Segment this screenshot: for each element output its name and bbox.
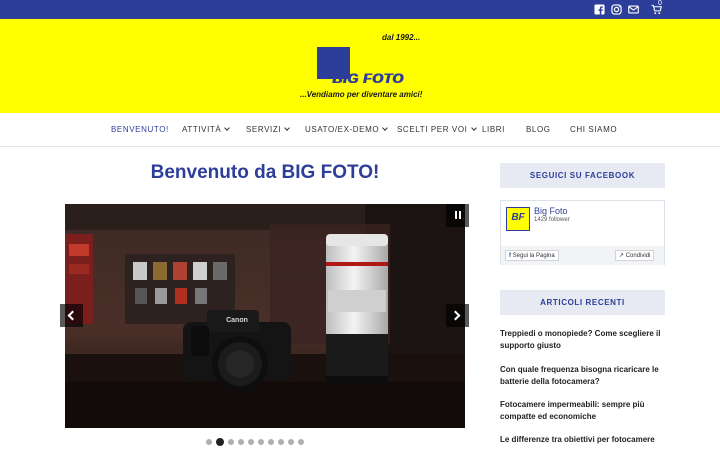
logo-brand-text: BIG FOTO: [332, 70, 404, 86]
recent-post-link[interactable]: Con quale frequenza bisogna ricaricare l…: [500, 364, 670, 388]
site-header: dal 1992... BIG FOTO ...Vendiamo per div…: [0, 19, 720, 113]
facebook-actions-bar: f Segui la Pagina ↗ Condividi: [501, 246, 664, 265]
top-bar: 0: [0, 0, 720, 19]
slider-pause-button[interactable]: [446, 204, 469, 227]
slider-dot[interactable]: [228, 439, 234, 445]
facebook-follower-count: 1429 follower: [534, 217, 570, 223]
facebook-page-logo[interactable]: BF: [506, 207, 530, 231]
slider-dot[interactable]: [258, 439, 264, 445]
facebook-page-widget: BF Big Foto 1429 follower f Segui la Pag…: [500, 200, 665, 265]
slider-next-button[interactable]: [446, 304, 469, 327]
slider-dot[interactable]: [216, 438, 224, 446]
slider-dot[interactable]: [248, 439, 254, 445]
nav-item-attivita[interactable]: ATTIVITÀ: [182, 125, 231, 134]
nav-item-blog[interactable]: BLOG: [526, 125, 551, 134]
nav-item-libri[interactable]: LIBRI: [482, 125, 505, 134]
slide-image: Canon: [65, 204, 465, 428]
cart-count-badge: 0: [658, 0, 662, 7]
site-logo[interactable]: dal 1992... BIG FOTO ...Vendiamo per div…: [296, 33, 432, 103]
nav-item-usato-ex-demo[interactable]: USATO/EX-DEMO: [305, 125, 389, 134]
facebook-page-name[interactable]: Big Foto: [534, 206, 568, 216]
nav-item-benvenuto[interactable]: BENVENUTO!: [111, 125, 169, 134]
chevron-left-icon: [67, 310, 78, 321]
recent-posts-title: ARTICOLI RECENTI: [500, 290, 665, 315]
nav-item-chi-siamo[interactable]: CHI SIAMO: [570, 125, 617, 134]
slider-dot[interactable]: [268, 439, 274, 445]
slider-dot[interactable]: [298, 439, 304, 445]
recent-post-link[interactable]: Treppiedi o monopiede? Come scegliere il…: [500, 328, 670, 352]
instagram-icon[interactable]: [611, 4, 622, 15]
chevron-down-icon: [470, 125, 477, 131]
camera-brand-text: Canon: [226, 317, 248, 324]
logo-tagline: ...Vendiamo per diventare amici!: [300, 90, 423, 99]
chevron-down-icon: [382, 125, 389, 131]
mail-icon[interactable]: [628, 4, 639, 15]
recent-post-link[interactable]: Fotocamere impermeabili: sempre più comp…: [500, 399, 670, 423]
image-slider[interactable]: Canon: [65, 204, 465, 428]
slider-dot[interactable]: [206, 439, 212, 445]
slider-dot[interactable]: [278, 439, 284, 445]
chevron-down-icon: [224, 125, 231, 131]
logo-since-text: dal 1992...: [382, 33, 421, 42]
slider-dot[interactable]: [238, 439, 244, 445]
chevron-right-icon: [450, 310, 461, 321]
nav-item-scelti-per-voi[interactable]: SCELTI PER VOI: [397, 125, 477, 134]
recent-post-link[interactable]: Le differenze tra obiettivi per fotocame…: [500, 434, 670, 446]
facebook-icon[interactable]: [594, 4, 605, 15]
slider-prev-button[interactable]: [60, 304, 83, 327]
page-title: Benvenuto da BIG FOTO!: [150, 162, 380, 183]
main-nav: BENVENUTO! ATTIVITÀ SERVIZI USATO/EX-DEM…: [0, 113, 720, 147]
share-icon: ↗: [619, 253, 626, 259]
chevron-down-icon: [284, 125, 291, 131]
nav-item-servizi[interactable]: SERVIZI: [246, 125, 291, 134]
facebook-follow-button[interactable]: f Segui la Pagina: [505, 250, 559, 261]
facebook-widget-title: SEGUICI SU FACEBOOK: [500, 163, 665, 188]
slider-dot[interactable]: [288, 439, 294, 445]
facebook-share-button[interactable]: ↗ Condividi: [615, 250, 655, 261]
